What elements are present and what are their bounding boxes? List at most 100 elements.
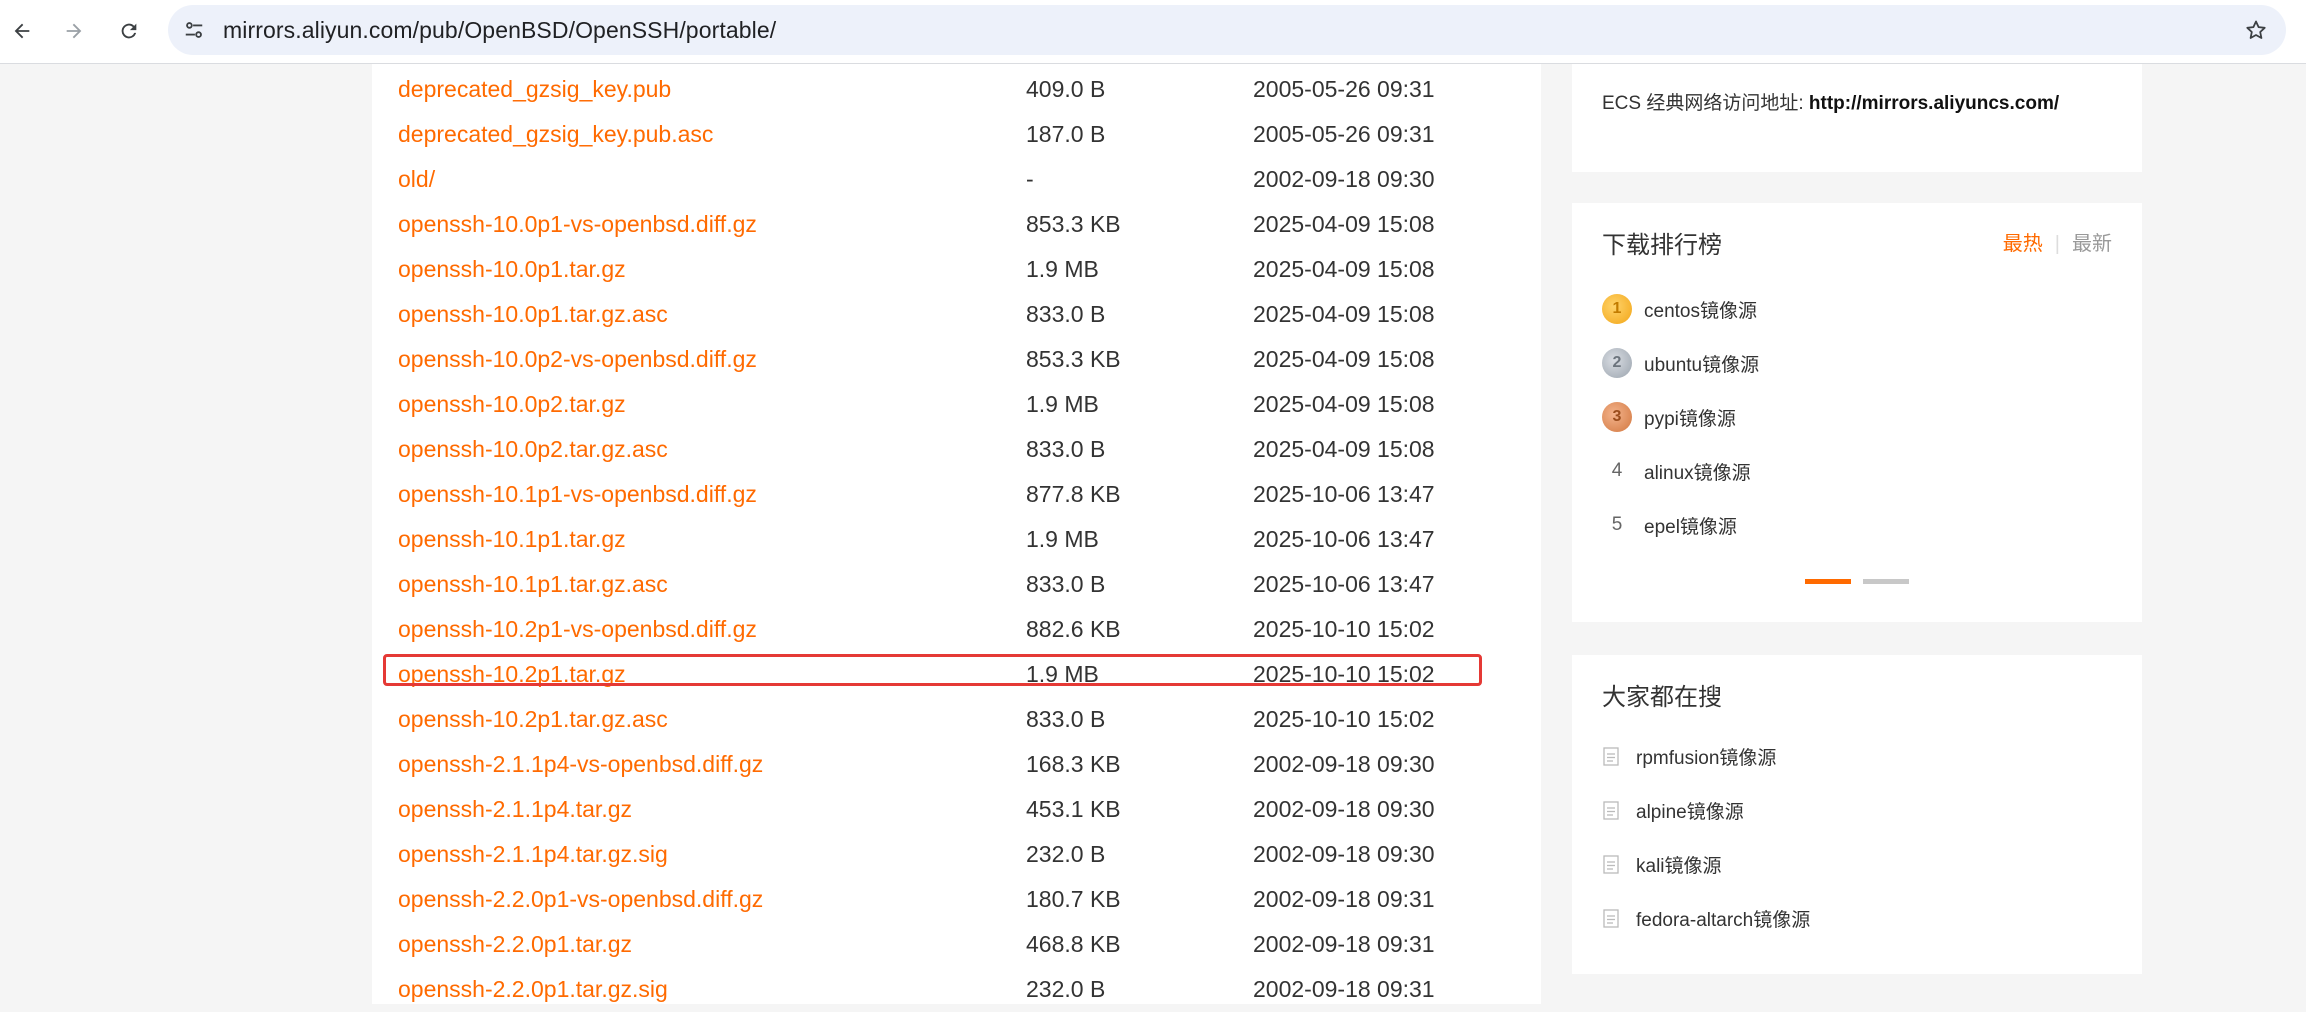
popular-item[interactable]: kali镜像源	[1602, 844, 1722, 884]
file-date: 2025-10-06 13:47	[1253, 526, 1435, 552]
file-date: 2002-09-18 09:30	[1253, 841, 1435, 867]
file-link[interactable]: deprecated_gzsig_key.pub.asc	[398, 112, 713, 157]
table-row: openssh-2.2.0p1.tar.gz 468.8 KB 2002-09-18…	[372, 922, 1541, 967]
file-date: 2005-05-26 09:31	[1253, 76, 1435, 102]
tab-hot[interactable]: 最热	[2003, 233, 2043, 255]
url-text[interactable]: mirrors.aliyun.com/pub/OpenBSD/OpenSSH/p…	[223, 5, 776, 55]
rank-item[interactable]: 1 centos镜像源	[1602, 289, 1757, 329]
table-row: openssh-10.0p1-vs-openbsd.diff.gz 853.3 K…	[372, 202, 1541, 247]
table-row: openssh-10.1p1.tar.gz.asc 833.0 B 2025-10-…	[372, 562, 1541, 607]
popular-item[interactable]: rpmfusion镜像源	[1602, 736, 1776, 776]
address-bar[interactable]: mirrors.aliyun.com/pub/OpenBSD/OpenSSH/p…	[168, 5, 2286, 55]
rank-number: 4	[1611, 460, 1623, 481]
file-date: 2002-09-18 09:31	[1253, 886, 1435, 912]
file-size: 833.0 B	[1026, 571, 1106, 597]
file-link[interactable]: openssh-10.1p1.tar.gz.asc	[398, 562, 668, 607]
file-link[interactable]: openssh-10.0p1.tar.gz	[398, 247, 626, 292]
file-link[interactable]: openssh-10.1p1-vs-openbsd.diff.gz	[398, 472, 757, 517]
star-icon	[2246, 20, 2266, 39]
reload-button[interactable]	[108, 10, 150, 52]
table-row: openssh-10.0p1.tar.gz 1.9 MB 2025-04-09 15…	[372, 247, 1541, 292]
table-row: openssh-10.2p1.tar.gz 1.9 MB 2025-10-10 15…	[372, 652, 1541, 697]
popular-item[interactable]: fedora-altarch镜像源	[1602, 898, 1810, 938]
file-link[interactable]: openssh-2.1.1p4.tar.gz.sig	[398, 832, 668, 877]
file-link[interactable]: openssh-2.2.0p1-vs-openbsd.diff.gz	[398, 877, 763, 922]
file-link[interactable]: openssh-10.2p1.tar.gz.asc	[398, 697, 668, 742]
table-row: old/ - 2002-09-18 09:30	[372, 157, 1541, 202]
document-icon	[1602, 854, 1620, 874]
file-link[interactable]: openssh-10.0p1.tar.gz.asc	[398, 292, 668, 337]
rank-item[interactable]: 3 pypi镜像源	[1602, 397, 1736, 437]
popular-item-label[interactable]: rpmfusion镜像源	[1636, 743, 1776, 770]
file-link[interactable]: openssh-10.0p2.tar.gz.asc	[398, 427, 668, 472]
rank-item-label[interactable]: ubuntu镜像源	[1644, 350, 1759, 377]
file-link[interactable]: old/	[398, 157, 435, 202]
ecs-panel: ECS 经典网络访问地址: http://mirrors.aliyuncs.co…	[1572, 64, 2142, 172]
file-size: 453.1 KB	[1026, 796, 1121, 822]
site-info-button[interactable]	[178, 14, 210, 46]
carousel-dot-active[interactable]	[1805, 579, 1851, 584]
file-size: 232.0 B	[1026, 976, 1106, 1002]
file-size: 468.8 KB	[1026, 931, 1121, 957]
document-icon	[1602, 800, 1620, 820]
file-link[interactable]: openssh-10.2p1-vs-openbsd.diff.gz	[398, 607, 757, 652]
table-row: openssh-2.2.0p1.tar.gz.sig 232.0 B 2002-09…	[372, 967, 1541, 1012]
rank-item[interactable]: 4 alinux镜像源	[1602, 451, 1751, 491]
file-size: 833.0 B	[1026, 706, 1106, 732]
forward-button[interactable]	[53, 10, 95, 52]
file-date: 2002-09-18 09:31	[1253, 976, 1435, 1002]
ecs-address: ECS 经典网络访问地址: http://mirrors.aliyuncs.co…	[1602, 88, 2059, 115]
file-link[interactable]: openssh-10.0p2-vs-openbsd.diff.gz	[398, 337, 757, 382]
document-icon	[1602, 908, 1620, 928]
table-row: deprecated_gzsig_key.pub.asc 187.0 B 2005-…	[372, 112, 1541, 157]
file-link[interactable]: deprecated_gzsig_key.pub	[398, 67, 671, 112]
file-date: 2002-09-18 09:30	[1253, 751, 1435, 777]
rank-item-label[interactable]: centos镜像源	[1644, 296, 1757, 323]
arrow-left-icon	[14, 23, 30, 39]
ecs-url-link[interactable]: http://mirrors.aliyuncs.com/	[1809, 93, 2059, 114]
carousel-dot[interactable]	[1863, 579, 1909, 584]
file-date: 2002-09-18 09:30	[1253, 166, 1435, 192]
rank-item[interactable]: 5 epel镜像源	[1602, 505, 1737, 545]
download-ranking-panel: 下载排行榜 最热 | 最新 1 centos镜像源 2 ubuntu镜像源 3 py…	[1572, 203, 2142, 622]
rank-item-label[interactable]: epel镜像源	[1644, 512, 1737, 539]
file-size: 877.8 KB	[1026, 481, 1121, 507]
file-date: 2025-04-09 15:08	[1253, 301, 1435, 327]
tab-new[interactable]: 最新	[2072, 233, 2112, 255]
popular-item-label[interactable]: kali镜像源	[1636, 851, 1722, 878]
file-date: 2025-10-06 13:47	[1253, 571, 1435, 597]
file-link[interactable]: openssh-10.0p1-vs-openbsd.diff.gz	[398, 202, 757, 247]
file-link[interactable]: openssh-2.2.0p1.tar.gz	[398, 922, 632, 967]
table-row: openssh-10.0p2-vs-openbsd.diff.gz 853.3 K…	[372, 337, 1541, 382]
browser-toolbar: mirrors.aliyun.com/pub/OpenBSD/OpenSSH/p…	[0, 0, 2306, 64]
file-size: 853.3 KB	[1026, 211, 1121, 237]
table-row: openssh-10.0p1.tar.gz.asc 833.0 B 2025-04-…	[372, 292, 1541, 337]
table-row: openssh-10.1p1.tar.gz 1.9 MB 2025-10-06 13…	[372, 517, 1541, 562]
table-row: deprecated_gzsig_key.pub 409.0 B 2005-05-2…	[372, 67, 1541, 112]
file-size: 1.9 MB	[1026, 526, 1099, 552]
bronze-medal-icon: 3	[1602, 402, 1632, 432]
rank-item-label[interactable]: pypi镜像源	[1644, 404, 1736, 431]
file-size: 180.7 KB	[1026, 886, 1121, 912]
popular-search-panel: 大家都在搜 rpmfusion镜像源 alpine镜像源 kali镜像源 fed…	[1572, 655, 2142, 974]
file-size: 409.0 B	[1026, 76, 1106, 102]
file-size: 187.0 B	[1026, 121, 1106, 147]
file-link[interactable]: openssh-2.2.0p1.tar.gz.sig	[398, 967, 668, 1012]
file-link[interactable]: openssh-10.0p2.tar.gz	[398, 382, 626, 427]
popular-item[interactable]: alpine镜像源	[1602, 790, 1744, 830]
popular-item-label[interactable]: alpine镜像源	[1636, 797, 1744, 824]
arrow-right-icon	[66, 23, 82, 39]
file-link[interactable]: openssh-2.1.1p4-vs-openbsd.diff.gz	[398, 742, 763, 787]
rank-item-label[interactable]: alinux镜像源	[1644, 458, 1751, 485]
back-button[interactable]	[1, 10, 43, 52]
file-link[interactable]: openssh-10.1p1.tar.gz	[398, 517, 626, 562]
file-link[interactable]: openssh-10.2p1.tar.gz	[398, 652, 626, 697]
bookmark-button[interactable]	[2240, 14, 2272, 46]
table-row: openssh-10.2p1-vs-openbsd.diff.gz 882.6 K…	[372, 607, 1541, 652]
table-row: openssh-10.1p1-vs-openbsd.diff.gz 877.8 K…	[372, 472, 1541, 517]
file-link[interactable]: openssh-2.1.1p4.tar.gz	[398, 787, 632, 832]
popular-item-label[interactable]: fedora-altarch镜像源	[1636, 905, 1810, 932]
file-listing: deprecated_gzsig_key.pub 409.0 B 2005-05-2…	[372, 64, 1541, 1004]
rank-item[interactable]: 2 ubuntu镜像源	[1602, 343, 1759, 383]
file-date: 2025-10-10 15:02	[1253, 706, 1435, 732]
